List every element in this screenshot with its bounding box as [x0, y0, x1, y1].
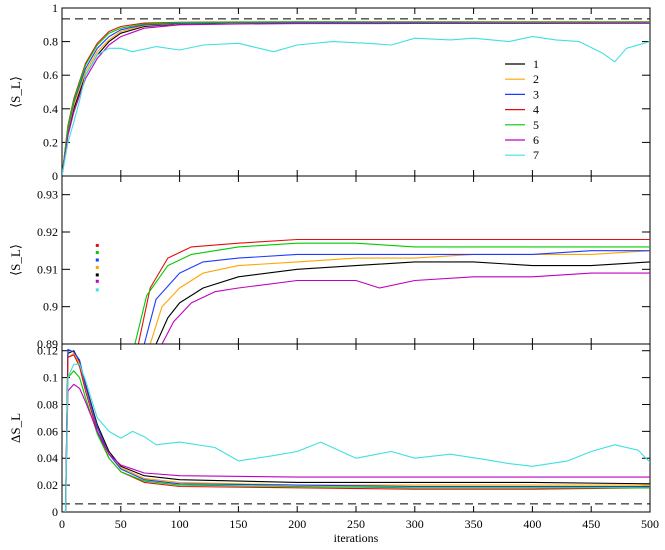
- marker-point: [95, 288, 99, 292]
- panel-bottom: 0 0.02 0.04 0.06 0.08 0.1 0.12 0 50 100 150 200 250 3…: [8, 343, 659, 545]
- marker-point: [95, 258, 99, 262]
- y-axis-label: ⟨S_L⟩: [8, 76, 23, 108]
- series-line-7: [62, 36, 650, 176]
- y-tick-label: 0.91: [37, 262, 58, 276]
- x-tick-label: 200: [288, 517, 306, 531]
- series-group: [64, 348, 650, 512]
- legend-label-7: 7: [533, 148, 539, 162]
- legend-label-2: 2: [533, 72, 539, 86]
- x-tick-label: 300: [406, 517, 424, 531]
- series-line-4: [64, 354, 650, 512]
- series-line-5: [64, 370, 650, 512]
- marker-point: [95, 273, 99, 277]
- y-tick-label: 0: [52, 505, 58, 519]
- y-tick-label: 0.8: [43, 35, 58, 49]
- x-tick-label: 250: [347, 517, 365, 531]
- series-line-2: [62, 21, 650, 176]
- y-tick-label: 0.2: [43, 135, 58, 149]
- y-tick-label: 0.9: [43, 300, 58, 314]
- series-line-2: [149, 250, 650, 344]
- y-tick-label: 0.12: [37, 344, 58, 358]
- figure-root: 00.20.40.60.81⟨S_L⟩12345670.890.90.910.9…: [8, 1, 659, 545]
- y-tick-label: 0.4: [43, 102, 58, 116]
- y-tick-label: 0.06: [37, 424, 58, 438]
- legend-label-5: 5: [533, 118, 539, 132]
- x-tick-label: 400: [523, 517, 541, 531]
- series-line-6: [64, 383, 650, 512]
- x-tick-label: 500: [641, 517, 659, 531]
- series-line-6: [62, 22, 650, 176]
- marker-point: [95, 251, 99, 255]
- y-tick-label: 0.08: [37, 397, 58, 411]
- y-tick-label: 0: [52, 169, 58, 183]
- x-tick-label: 0: [59, 517, 65, 531]
- series-group: [134, 238, 650, 344]
- legend-label-1: 1: [533, 57, 539, 71]
- legend-label-6: 6: [533, 133, 539, 147]
- plot-frame: [61, 7, 651, 177]
- series-line-3: [62, 21, 650, 176]
- y-tick-label: 1: [52, 1, 58, 15]
- chart-panels: 00.20.40.60.81⟨S_L⟩12345670.890.90.910.9…: [8, 1, 659, 545]
- panel-middle: 0.890.90.910.920.93⟨S_L⟩: [8, 175, 651, 351]
- legend-label-3: 3: [533, 87, 539, 101]
- series-line-3: [143, 250, 650, 344]
- x-tick-label: 100: [171, 517, 189, 531]
- legend-label-4: 4: [533, 103, 539, 117]
- series-line-6: [161, 272, 650, 344]
- y-tick-label: 0.1: [43, 371, 58, 385]
- marker-point: [95, 265, 99, 269]
- y-tick-label: 0.92: [37, 225, 58, 239]
- x-tick-label: 50: [115, 517, 127, 531]
- y-tick-label: 0.02: [37, 478, 58, 492]
- series-line-4: [62, 21, 650, 176]
- series-line-1: [62, 22, 650, 176]
- series-group: [62, 21, 650, 176]
- y-axis-label: ΔS_L: [8, 413, 23, 443]
- x-tick-label: 150: [229, 517, 247, 531]
- y-tick-label: 0.04: [37, 451, 58, 465]
- series-line-7: [64, 363, 650, 512]
- marker-point: [95, 279, 99, 283]
- plot-frame: [61, 175, 651, 345]
- x-tick-label: 350: [465, 517, 483, 531]
- panel-top: 00.20.40.60.81⟨S_L⟩1234567: [8, 1, 651, 183]
- y-tick-label: 0.6: [43, 68, 58, 82]
- y-axis-label: ⟨S_L⟩: [8, 244, 23, 276]
- legend: 123 4567: [505, 57, 539, 162]
- x-tick-label: 450: [582, 517, 600, 531]
- marker-point: [95, 243, 99, 247]
- y-tick-label: 0.93: [37, 188, 58, 202]
- x-axis-label: iterations: [334, 531, 379, 545]
- series-line-5: [62, 21, 650, 176]
